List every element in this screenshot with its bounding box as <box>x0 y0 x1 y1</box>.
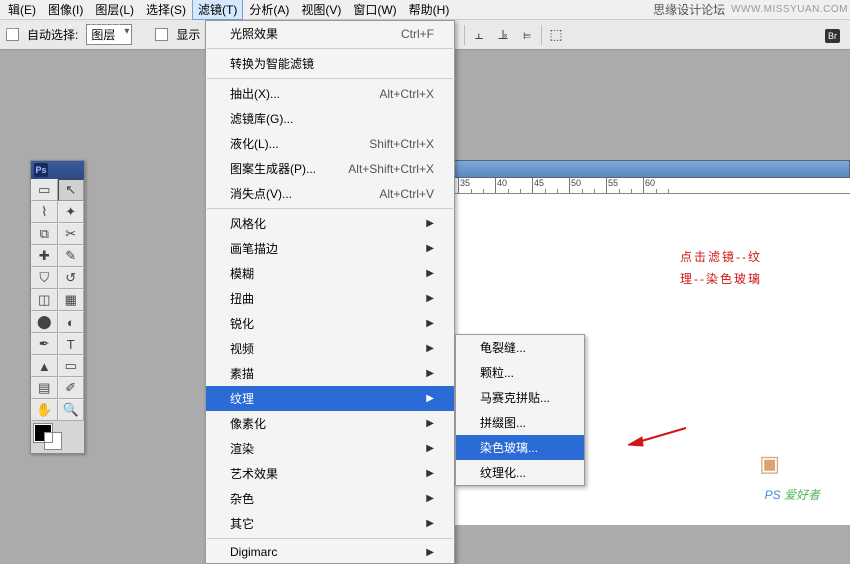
move-tool-icon[interactable]: ↖ <box>58 179 85 201</box>
menu-view[interactable]: 视图(V) <box>295 0 347 20</box>
ruler-tick: 50 <box>569 178 606 193</box>
pen-tool-icon[interactable]: ✒ <box>31 333 58 355</box>
menu-layer[interactable]: 图层(L) <box>89 0 140 20</box>
wand-tool-icon[interactable]: ✦ <box>58 201 85 223</box>
color-swatches[interactable] <box>31 421 84 453</box>
show-checkbox[interactable] <box>155 28 168 41</box>
gradient-tool-icon[interactable]: ▦ <box>58 289 85 311</box>
auto-select-checkbox[interactable] <box>6 28 19 41</box>
menu-last-filter[interactable]: 光照效果Ctrl+F <box>206 21 454 46</box>
menu-pattern-maker[interactable]: 图案生成器(P)...Alt+Shift+Ctrl+X <box>206 156 454 181</box>
menu-edit[interactable]: 辑(E) <box>2 0 42 20</box>
menu-stylize[interactable]: 风格化▶ <box>206 211 454 236</box>
menu-sketch[interactable]: 素描▶ <box>206 361 454 386</box>
menubar: 辑(E) 图像(I) 图层(L) 选择(S) 滤镜(T) 分析(A) 视图(V)… <box>0 0 850 20</box>
texture-submenu: 龟裂缝... 颗粒... 马赛克拼贴... 拼缀图... 染色玻璃... 纹理化… <box>455 334 585 486</box>
path-select-icon[interactable]: ▲ <box>31 355 58 377</box>
menu-video[interactable]: 视频▶ <box>206 336 454 361</box>
align-left-icon[interactable]: ⫠ <box>469 26 489 44</box>
menu-distort[interactable]: 扭曲▶ <box>206 286 454 311</box>
marquee-tool-icon[interactable]: ▭ <box>31 179 58 201</box>
menu-analysis[interactable]: 分析(A) <box>243 0 295 20</box>
ruler-tick: 40 <box>495 178 532 193</box>
menu-select[interactable]: 选择(S) <box>140 0 192 20</box>
forum-url: WWW.MISSYUAN.COM <box>731 4 848 15</box>
red-arrow-icon <box>628 424 688 451</box>
ps-logo-icon: Ps <box>34 163 48 177</box>
annotation-text: 点击滤镜--纹 理--染色玻璃 <box>680 246 762 290</box>
align-right-icon[interactable]: ⫢ <box>517 26 537 44</box>
menu-noise[interactable]: 杂色▶ <box>206 486 454 511</box>
menu-smart-filter[interactable]: 转换为智能滤镜 <box>206 51 454 76</box>
submenu-patchwork[interactable]: 拼缀图... <box>456 410 584 435</box>
align-center-icon[interactable]: ⫡ <box>493 26 513 44</box>
submenu-stained-glass[interactable]: 染色玻璃... <box>456 435 584 460</box>
menu-sharpen[interactable]: 锐化▶ <box>206 311 454 336</box>
submenu-craquelure[interactable]: 龟裂缝... <box>456 335 584 360</box>
menu-blur[interactable]: 模糊▶ <box>206 261 454 286</box>
menu-vanishing-point[interactable]: 消失点(V)...Alt+Ctrl+V <box>206 181 454 206</box>
divider <box>464 25 465 45</box>
ruler-tick: 35 <box>458 178 495 193</box>
palette-header[interactable]: Ps <box>31 161 84 179</box>
ruler-tick: 45 <box>532 178 569 193</box>
submenu-mosaic-tiles[interactable]: 马赛克拼贴... <box>456 385 584 410</box>
blur-tool-icon[interactable]: ⬤ <box>31 311 58 333</box>
bridge-icon[interactable]: Br <box>825 29 840 43</box>
menu-filter[interactable]: 滤镜(T) <box>192 0 243 20</box>
menu-render[interactable]: 渲染▶ <box>206 436 454 461</box>
submenu-texturizer[interactable]: 纹理化... <box>456 460 584 485</box>
hand-tool-icon[interactable]: ✋ <box>31 399 58 421</box>
background-swatch[interactable] <box>44 432 62 450</box>
divider <box>541 25 542 45</box>
eraser-tool-icon[interactable]: ◫ <box>31 289 58 311</box>
filter-menu: 光照效果Ctrl+F 转换为智能滤镜 抽出(X)...Alt+Ctrl+X 滤镜… <box>205 20 455 564</box>
brush-tool-icon[interactable]: ✎ <box>58 245 85 267</box>
menu-liquify[interactable]: 液化(L)...Shift+Ctrl+X <box>206 131 454 156</box>
notes-tool-icon[interactable]: ▤ <box>31 377 58 399</box>
align-icons: ⫠ ⫡ ⫢ <box>469 26 537 44</box>
menu-brush-strokes[interactable]: 画笔描边▶ <box>206 236 454 261</box>
forum-name: 思缘设计论坛 <box>653 1 725 18</box>
eyedropper-tool-icon[interactable]: ✐ <box>58 377 85 399</box>
heal-tool-icon[interactable]: ✚ <box>31 245 58 267</box>
menu-other[interactable]: 其它▶ <box>206 511 454 536</box>
show-label: 显示 <box>176 26 200 43</box>
type-tool-icon[interactable]: T <box>58 333 85 355</box>
menu-help[interactable]: 帮助(H) <box>403 0 456 20</box>
menu-digimarc[interactable]: Digimarc▶ <box>206 541 454 563</box>
menu-window[interactable]: 窗口(W) <box>347 0 402 20</box>
ruler-tick: 60 <box>643 178 680 193</box>
shape-tool-icon[interactable]: ▭ <box>58 355 85 377</box>
menu-image[interactable]: 图像(I) <box>42 0 89 20</box>
menu-filter-gallery[interactable]: 滤镜库(G)... <box>206 106 454 131</box>
menu-texture[interactable]: 纹理▶ <box>206 386 454 411</box>
menu-artistic[interactable]: 艺术效果▶ <box>206 461 454 486</box>
dodge-tool-icon[interactable]: ◐ <box>58 311 85 333</box>
submenu-grain[interactable]: 颗粒... <box>456 360 584 385</box>
stamp-tool-icon[interactable]: ⛉ <box>31 267 58 289</box>
distribute-icon[interactable]: ⬚ <box>546 26 566 44</box>
menu-extract[interactable]: 抽出(X)...Alt+Ctrl+X <box>206 81 454 106</box>
menu-pixelate[interactable]: 像素化▶ <box>206 411 454 436</box>
tools-palette: Ps ▭ ↖ ⌇ ✦ ⧉ ✂ ✚ ✎ ⛉ ↺ ◫ ▦ ⬤ ◐ ✒ T ▲ ▭ ▤… <box>30 160 85 454</box>
lasso-tool-icon[interactable]: ⌇ <box>31 201 58 223</box>
slice-tool-icon[interactable]: ✂ <box>58 223 85 245</box>
zoom-tool-icon[interactable]: 🔍 <box>58 399 85 421</box>
history-brush-icon[interactable]: ↺ <box>58 267 85 289</box>
crop-tool-icon[interactable]: ⧉ <box>31 223 58 245</box>
layer-dropdown[interactable]: 图层 <box>86 24 132 45</box>
auto-select-label: 自动选择: <box>27 26 78 43</box>
ruler-tick: 55 <box>606 178 643 193</box>
